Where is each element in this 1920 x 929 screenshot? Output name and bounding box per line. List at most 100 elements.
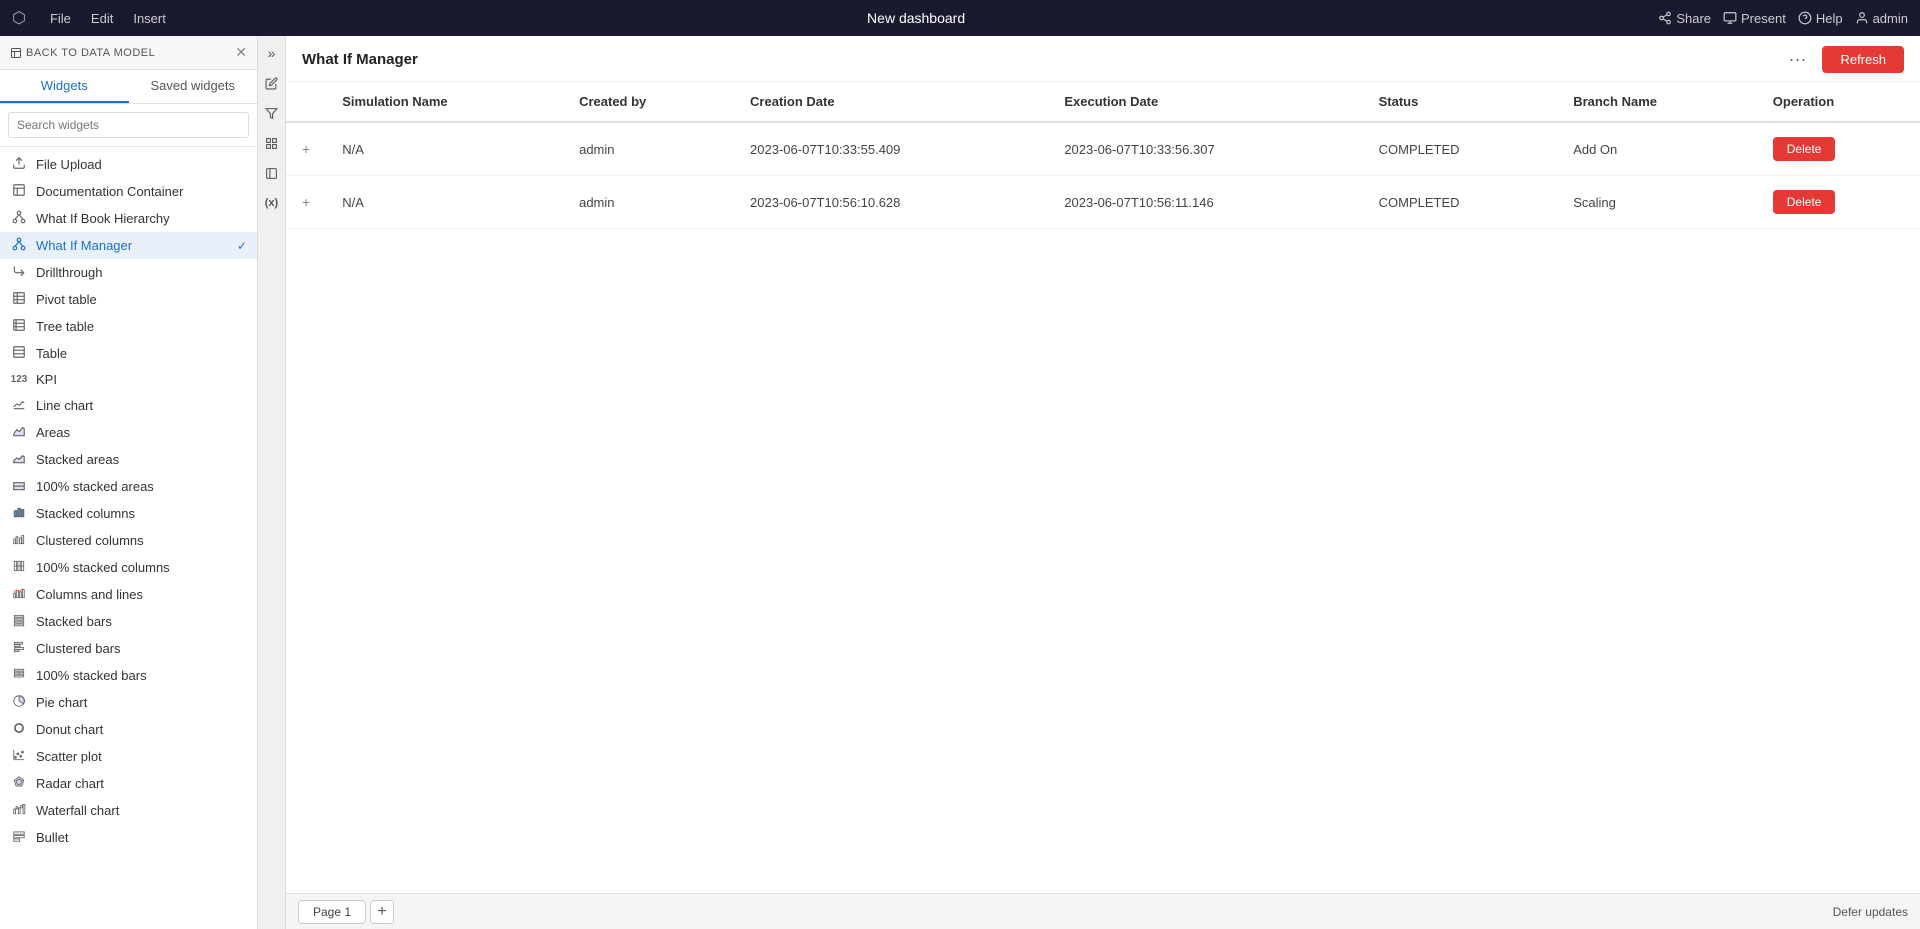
col-created-by: Created by xyxy=(563,82,734,122)
col-status: Status xyxy=(1363,82,1558,122)
row1-simulation-name: N/A xyxy=(326,122,563,176)
search-input[interactable] xyxy=(8,112,249,138)
tab-saved-widgets[interactable]: Saved widgets xyxy=(129,70,258,103)
page-1-tab[interactable]: Page 1 xyxy=(298,900,366,924)
sidebar-item-stacked-columns[interactable]: Stacked columns xyxy=(0,500,257,527)
row2-expand[interactable]: + xyxy=(286,176,326,229)
tab-widgets[interactable]: Widgets xyxy=(0,70,129,103)
sidebar-item-stacked-bars[interactable]: Stacked bars xyxy=(0,608,257,635)
insert-menu[interactable]: Insert xyxy=(125,9,174,28)
row2-delete-button[interactable]: Delete xyxy=(1773,190,1836,214)
sidebar-item-line-chart[interactable]: Line chart xyxy=(0,392,257,419)
stacked-bars-icon xyxy=(10,613,28,630)
table-icon xyxy=(10,345,28,362)
topbar-actions: Share Present Help admin xyxy=(1658,11,1908,26)
widget-more-button[interactable]: ··· xyxy=(1788,49,1806,70)
kpi-icon: 123 xyxy=(10,374,28,385)
variable-tool-button[interactable]: (x) xyxy=(261,192,283,214)
edit-tool-button[interactable] xyxy=(261,72,283,94)
100-stacked-areas-icon xyxy=(10,478,28,495)
sidebar-item-what-if-manager[interactable]: What If Manager ✓ xyxy=(0,232,257,259)
grid-tool-button[interactable] xyxy=(261,132,283,154)
sidebar-item-100-stacked-bars[interactable]: 100% stacked bars xyxy=(0,662,257,689)
widget-tool-button[interactable] xyxy=(261,162,283,184)
100-stacked-columns-icon xyxy=(10,559,28,576)
clustered-columns-icon xyxy=(10,532,28,549)
row1-expand[interactable]: + xyxy=(286,122,326,176)
sidebar-item-100-stacked-columns[interactable]: 100% stacked columns xyxy=(0,554,257,581)
what-if-manager-icon xyxy=(10,237,28,254)
user-menu[interactable]: admin xyxy=(1855,11,1908,26)
100-stacked-bars-icon xyxy=(10,667,28,684)
sidebar-item-stacked-areas[interactable]: Stacked areas xyxy=(0,446,257,473)
topbar: ⬡ File Edit Insert New dashboard Share P… xyxy=(0,0,1920,36)
sidebar-item-bullet[interactable]: Bullet xyxy=(0,824,257,851)
bottom-bar: Page 1 + Defer updates xyxy=(286,893,1920,929)
row2-operation: Delete xyxy=(1757,176,1920,229)
sidebar-item-clustered-bars[interactable]: Clustered bars xyxy=(0,635,257,662)
sidebar-item-scatter-plot[interactable]: Scatter plot xyxy=(0,743,257,770)
stacked-areas-icon xyxy=(10,451,28,468)
row1-branch-name: Add On xyxy=(1557,122,1757,176)
drillthrough-icon xyxy=(10,264,28,281)
columns-and-lines-icon xyxy=(10,586,28,603)
expand-sidebar-button[interactable]: » xyxy=(261,42,283,64)
radar-chart-icon xyxy=(10,775,28,792)
share-button[interactable]: Share xyxy=(1658,11,1711,26)
sidebar-item-columns-and-lines[interactable]: Columns and lines xyxy=(0,581,257,608)
sidebar-item-table[interactable]: Table xyxy=(0,340,257,367)
sidebar-item-file-upload[interactable]: File Upload xyxy=(0,151,257,178)
widget-title: What If Manager xyxy=(302,51,418,68)
sidebar-item-tree-table[interactable]: Tree table xyxy=(0,313,257,340)
add-page-button[interactable]: + xyxy=(370,900,394,924)
sidebar-header: BACK TO DATA MODEL ✕ xyxy=(0,36,257,70)
col-branch-name: Branch Name xyxy=(1557,82,1757,122)
row1-created-by: admin xyxy=(563,122,734,176)
sidebar-item-100-stacked-areas[interactable]: 100% stacked areas xyxy=(0,473,257,500)
sidebar-item-areas[interactable]: Areas xyxy=(0,419,257,446)
table-row: + N/A admin 2023-06-07T10:56:10.628 2023… xyxy=(286,176,1920,229)
clustered-bars-icon xyxy=(10,640,28,657)
present-button[interactable]: Present xyxy=(1723,11,1786,26)
col-operation: Operation xyxy=(1757,82,1920,122)
sidebar-item-drillthrough[interactable]: Drillthrough xyxy=(0,259,257,286)
col-execution-date: Execution Date xyxy=(1048,82,1362,122)
pie-chart-icon xyxy=(10,694,28,711)
app-logo: ⬡ xyxy=(12,8,26,28)
row2-created-by: admin xyxy=(563,176,734,229)
sidebar-item-donut-chart[interactable]: Donut chart xyxy=(0,716,257,743)
sidebar-item-radar-chart[interactable]: Radar chart xyxy=(0,770,257,797)
sidebar-item-what-if-book-hierarchy[interactable]: What If Book Hierarchy xyxy=(0,205,257,232)
row2-status: COMPLETED xyxy=(1363,176,1558,229)
row2-execution-date: 2023-06-07T10:56:11.146 xyxy=(1048,176,1362,229)
filter-tool-button[interactable] xyxy=(261,102,283,124)
sidebar-close-button[interactable]: ✕ xyxy=(235,44,247,61)
help-button[interactable]: Help xyxy=(1798,11,1843,26)
sidebar-item-kpi[interactable]: 123 KPI xyxy=(0,367,257,392)
pivot-table-icon xyxy=(10,291,28,308)
table-header: Simulation Name Created by Creation Date… xyxy=(286,82,1920,122)
sidebar-back-to-data-model[interactable]: BACK TO DATA MODEL xyxy=(10,47,155,59)
scatter-plot-icon xyxy=(10,748,28,765)
sidebar-item-documentation-container[interactable]: Documentation Container xyxy=(0,178,257,205)
line-chart-icon xyxy=(10,397,28,414)
widget-header: What If Manager ··· Refresh xyxy=(286,36,1920,82)
edit-menu[interactable]: Edit xyxy=(83,9,121,28)
sidebar-search-area xyxy=(0,104,257,147)
sidebar-item-clustered-columns[interactable]: Clustered columns xyxy=(0,527,257,554)
col-expand xyxy=(286,82,326,122)
col-simulation-name: Simulation Name xyxy=(326,82,563,122)
page-tabs: Page 1 + xyxy=(298,900,394,924)
sidebar-widget-list: File Upload Documentation Container What… xyxy=(0,147,257,929)
sidebar-item-pivot-table[interactable]: Pivot table xyxy=(0,286,257,313)
dashboard-title: New dashboard xyxy=(174,10,1658,26)
topbar-menu: File Edit Insert xyxy=(42,9,174,28)
sidebar-item-waterfall-chart[interactable]: Waterfall chart xyxy=(0,797,257,824)
donut-chart-icon xyxy=(10,721,28,738)
refresh-button[interactable]: Refresh xyxy=(1822,46,1904,73)
defer-updates-button[interactable]: Defer updates xyxy=(1833,905,1908,919)
sidebar-item-pie-chart[interactable]: Pie chart xyxy=(0,689,257,716)
row2-simulation-name: N/A xyxy=(326,176,563,229)
row1-delete-button[interactable]: Delete xyxy=(1773,137,1836,161)
file-menu[interactable]: File xyxy=(42,9,79,28)
